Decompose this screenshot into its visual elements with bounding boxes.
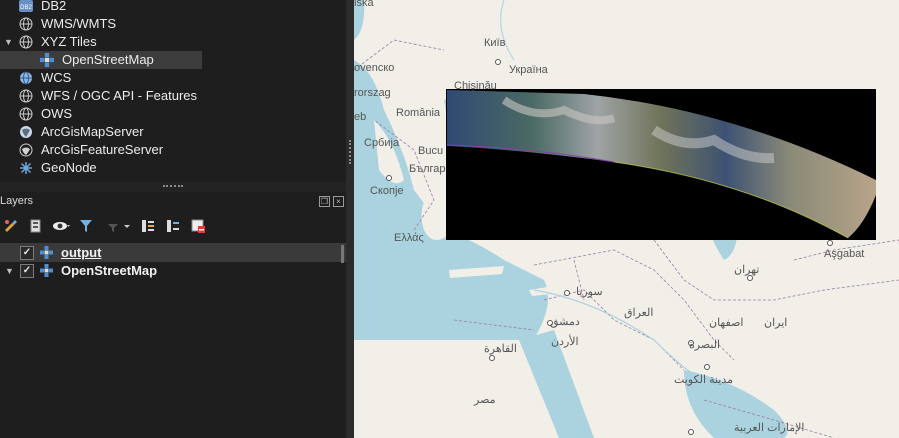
float-panel-icon[interactable]: ❐: [319, 196, 330, 207]
map-label-cairo: القاهرة: [484, 343, 517, 355]
browser-item-xyz-tiles[interactable]: ▼ XYZ Tiles: [0, 33, 346, 51]
browser-item-arcgismapserver[interactable]: ArcGisMapServer: [0, 123, 346, 141]
layer-row-openstreetmap[interactable]: ▼ ✓ OpenStreetMap: [0, 261, 346, 280]
expand-all-icon[interactable]: [140, 218, 156, 234]
panel-splitter[interactable]: [0, 182, 346, 192]
map-label-eb: eb: [354, 111, 367, 123]
layers-toolbar: [0, 214, 346, 238]
dock-splitter[interactable]: [346, 0, 354, 438]
globe-server-icon: [19, 71, 33, 85]
map-label-iran: ایران: [764, 317, 788, 329]
expand-arrow-icon[interactable]: ▼: [4, 33, 13, 51]
map-label-bulgaria: Българ: [409, 163, 446, 175]
map-label-kuwait: مدينة الكويت: [674, 374, 734, 386]
map-label-asgabat: Aşgabat: [824, 248, 865, 260]
map-label-skopje: Скопје: [370, 185, 404, 197]
map-canvas[interactable]: lska Київ Україна ovenско Chișinău rorsz…: [354, 0, 899, 438]
map-label-iraq: العراق: [624, 307, 654, 319]
filter-expression-icon[interactable]: [104, 218, 134, 234]
browser-item-label: DB2: [41, 0, 67, 13]
left-panel: DB2 DB2 WMS/WMTS ▼ XYZ Tiles OpenStreetMap WCS…: [0, 0, 346, 438]
xyz-tile-icon: [40, 264, 53, 277]
map-label-egypt: مصر: [474, 394, 496, 406]
layer-row-output[interactable]: ✓ output: [0, 243, 346, 263]
browser-item-label: XYZ Tiles: [41, 34, 97, 49]
layer-tree: ✓ output ▼ ✓ OpenStreetMap: [0, 241, 346, 438]
browser-item-wms-wmts[interactable]: WMS/WMTS: [0, 15, 346, 33]
map-label-basra: البصرة: [689, 339, 721, 351]
arcgis-map-icon: [19, 125, 33, 139]
layer-name: OpenStreetMap: [61, 263, 158, 278]
manage-visibility-icon[interactable]: [52, 218, 72, 234]
splitter-grip[interactable]: [349, 140, 353, 164]
map-label-bucuresti: Bucu: [418, 145, 444, 157]
browser-panel: DB2 DB2 WMS/WMTS ▼ XYZ Tiles OpenStreetMap WCS…: [0, 0, 346, 182]
svg-text:DB2: DB2: [20, 5, 32, 11]
globe-icon: [19, 35, 33, 49]
globe-icon: [19, 17, 33, 31]
browser-item-arcgisfeatureserver[interactable]: ArcGisFeatureServer: [0, 141, 346, 159]
arcgis-feature-icon: [19, 143, 33, 157]
layer-visibility-checkbox[interactable]: ✓: [20, 264, 34, 278]
map-label-zagreb: rorszag: [354, 87, 391, 99]
map-label-kyiv: Київ: [484, 37, 506, 49]
db2-icon: DB2: [19, 0, 33, 13]
layer-name: output: [61, 245, 102, 260]
basemap: [354, 0, 899, 438]
globe-icon: [19, 89, 33, 103]
filter-legend-icon[interactable]: [78, 218, 94, 234]
splitter-grip[interactable]: [163, 185, 183, 190]
map-label-ukraina: Україна: [509, 64, 548, 76]
map-label-damascus: دمشق: [550, 316, 580, 328]
browser-item-openstreetmap[interactable]: OpenStreetMap: [0, 51, 202, 69]
style-layer-icon[interactable]: [3, 218, 19, 234]
expand-arrow-icon[interactable]: ▼: [5, 262, 14, 281]
browser-item-label: OpenStreetMap: [62, 52, 154, 67]
xyz-tile-icon: [40, 53, 54, 67]
map-label-slovenia: ovenско: [354, 62, 395, 74]
add-group-icon[interactable]: [28, 218, 44, 234]
map-label-greece: Ελλάς: [394, 232, 424, 244]
map-label-jordan: الأردن: [551, 336, 579, 348]
browser-item-label: GeoNode: [41, 160, 97, 175]
browser-item-label: ArcGisMapServer: [41, 124, 144, 139]
collapse-all-icon[interactable]: [165, 218, 181, 234]
layers-panel-title: Layers: [0, 195, 34, 207]
map-label-tehran: تهران: [734, 264, 760, 276]
raster-layer-icon: [40, 246, 53, 259]
browser-item-label: WCS: [41, 70, 72, 85]
map-label-romania: România: [396, 107, 441, 119]
layer-visibility-checkbox[interactable]: ✓: [20, 246, 34, 260]
map-label-syria: سوريا: [576, 286, 603, 298]
browser-item-label: WFS / OGC API - Features: [41, 88, 198, 103]
geonode-icon: [19, 161, 33, 175]
map-label-lska: lska: [354, 0, 374, 9]
browser-item-label: OWS: [41, 106, 73, 121]
remove-layer-icon[interactable]: [190, 218, 206, 234]
browser-item-label: ArcGisFeatureServer: [41, 142, 164, 157]
map-label-serbia: Србија: [364, 137, 400, 149]
globe-icon: [19, 107, 33, 121]
browser-item-wfs-ogc-api-features[interactable]: WFS / OGC API - Features: [0, 87, 346, 105]
map-label-chisinau: Chișinău: [454, 80, 497, 92]
map-label-isfahan: اصفهان: [709, 317, 744, 329]
browser-item-ows[interactable]: OWS: [0, 105, 346, 123]
map-label-uae: الإمارات العربية: [734, 422, 805, 434]
browser-item-geonode[interactable]: GeoNode: [0, 159, 346, 177]
browser-item-db2[interactable]: DB2 DB2: [0, 0, 346, 15]
browser-item-wcs[interactable]: WCS: [0, 69, 346, 87]
browser-item-label: WMS/WMTS: [41, 16, 117, 31]
close-panel-icon[interactable]: ×: [333, 196, 344, 207]
